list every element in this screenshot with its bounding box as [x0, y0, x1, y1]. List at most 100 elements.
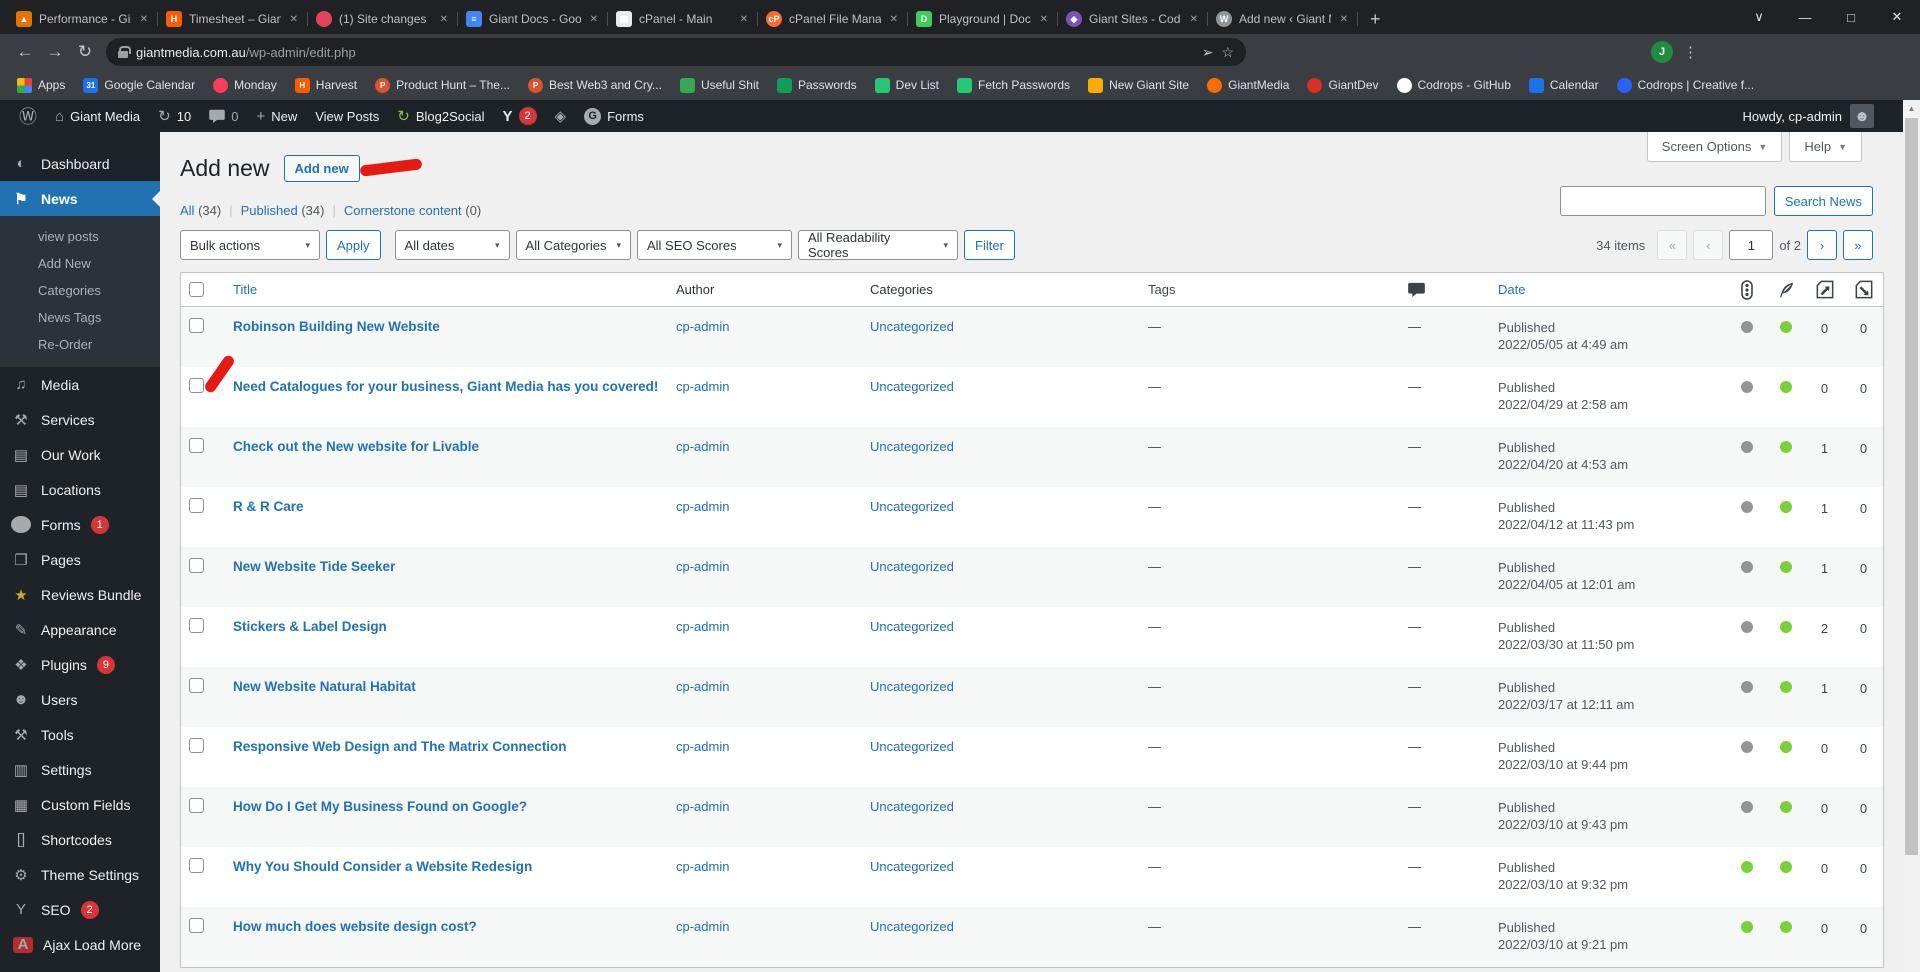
post-title-link[interactable]: How much does website design cost? [233, 919, 477, 934]
author-link[interactable]: cp-admin [676, 379, 729, 394]
row-select-checkbox[interactable] [189, 498, 204, 513]
sidebar-submenu-item[interactable]: view posts [0, 223, 160, 250]
category-link[interactable]: Uncategorized [870, 859, 954, 874]
category-link[interactable]: Uncategorized [870, 499, 954, 514]
sidebar-item[interactable]: ❐ Pages [0, 542, 160, 577]
scrollbar-thumb[interactable] [1905, 118, 1918, 855]
sidebar-item[interactable]: ☻ Users [0, 682, 160, 717]
extension-icon[interactable] [1362, 43, 1381, 62]
extension-icon[interactable] [1440, 43, 1459, 62]
extension-icon[interactable] [1310, 43, 1329, 62]
row-select-checkbox[interactable] [189, 858, 204, 873]
view-filter-link[interactable]: Published (34) [221, 203, 325, 218]
extension-icon[interactable] [1492, 43, 1511, 62]
last-page-button[interactable]: » [1843, 230, 1873, 260]
view-filter-link[interactable]: Cornerstone content (0) [324, 203, 481, 218]
bookmark-item[interactable]: GiantMedia [1200, 75, 1296, 96]
sidebar-item[interactable]: G Forms 1 [0, 507, 160, 542]
apply-button[interactable]: Apply [326, 230, 381, 260]
extension-icon[interactable] [1284, 43, 1303, 62]
row-select-checkbox[interactable] [189, 378, 204, 393]
row-select-checkbox[interactable] [189, 438, 204, 453]
author-link[interactable]: cp-admin [676, 619, 729, 634]
bookmark-item[interactable]: H Harvest [288, 75, 364, 96]
browser-tab[interactable]: ◆ Giant Sites - Codeanyw ✕ [1058, 4, 1208, 34]
category-link[interactable]: Uncategorized [870, 679, 954, 694]
category-link[interactable]: Uncategorized [870, 739, 954, 754]
category-link[interactable]: Uncategorized [870, 919, 954, 934]
category-link[interactable]: Uncategorized [870, 439, 954, 454]
post-title-link[interactable]: R & R Care [233, 499, 304, 514]
author-link[interactable]: cp-admin [676, 559, 729, 574]
category-link[interactable]: Uncategorized [870, 379, 954, 394]
author-link[interactable]: cp-admin [676, 919, 729, 934]
post-title-link[interactable]: Responsive Web Design and The Matrix Con… [233, 739, 567, 754]
post-title-link[interactable]: New Website Tide Seeker [233, 559, 395, 574]
extension-icon[interactable] [1258, 43, 1277, 62]
sidebar-item[interactable]: ▤ Locations [0, 472, 160, 507]
bookmark-item[interactable]: Useful Shit [673, 75, 766, 96]
user-avatar[interactable]: ☻ [1850, 104, 1874, 128]
author-link[interactable]: cp-admin [676, 679, 729, 694]
dates-filter-select[interactable]: All dates ▾ [394, 230, 510, 260]
minimize-button[interactable]: — [1782, 10, 1828, 25]
extension-icon[interactable] [1388, 43, 1407, 62]
sidebar-item[interactable]: ♫ Media [0, 367, 160, 402]
bookmark-item[interactable]: P Product Hunt – The... [368, 75, 517, 96]
browser-tab[interactable]: D Playground | Docusau ✕ [908, 4, 1058, 34]
readability-scores-filter-select[interactable]: All Readability Scores ▾ [798, 230, 958, 260]
post-title-link[interactable]: Stickers & Label Design [233, 619, 387, 634]
categories-filter-select[interactable]: All Categories ▾ [515, 230, 631, 260]
bookmark-item[interactable]: Calendar [1522, 75, 1606, 96]
post-title-link[interactable]: Why You Should Consider a Website Redesi… [233, 859, 532, 874]
sidebar-submenu-item[interactable]: Categories [0, 277, 160, 304]
bookmark-item[interactable]: Codrops | Creative f... [1610, 75, 1762, 96]
next-page-button[interactable]: › [1807, 230, 1837, 260]
row-select-checkbox[interactable] [189, 738, 204, 753]
browser-tab[interactable]: cP cPanel File Manager v ✕ [758, 4, 908, 34]
maximize-button[interactable]: □ [1828, 10, 1874, 25]
bookmark-item[interactable]: Passwords [770, 75, 864, 96]
reload-button[interactable]: ↻ [70, 42, 100, 62]
row-select-checkbox[interactable] [189, 678, 204, 693]
tab-close-icon[interactable]: ✕ [738, 12, 750, 27]
sidebar-item[interactable]: ⚒ Services [0, 402, 160, 437]
comments-menu[interactable]: 0 [200, 100, 247, 132]
extension-icon[interactable] [1336, 43, 1355, 62]
sidebar-item[interactable]: Y SEO 2 [0, 892, 160, 927]
browser-tab[interactable]: (1) Site changes ✕ [308, 4, 458, 34]
browser-menu-icon[interactable]: ⋮ [1683, 43, 1698, 61]
tab-close-icon[interactable]: ✕ [1038, 12, 1050, 27]
tab-close-icon[interactable]: ✕ [1338, 12, 1350, 27]
search-news-button[interactable]: Search News [1773, 186, 1873, 216]
extension-icon[interactable] [1414, 43, 1433, 62]
filter-button[interactable]: Filter [964, 230, 1015, 260]
updates-menu[interactable]: ↻ 10 [149, 100, 200, 132]
diamond-menu[interactable]: ◈ [546, 100, 576, 132]
bookmark-item[interactable]: Dev List [868, 75, 946, 96]
extension-icon[interactable] [1596, 43, 1615, 62]
sidebar-submenu-item[interactable]: Add New [0, 250, 160, 277]
browser-tab[interactable]: ≡ Giant Docs - Google D ✕ [458, 4, 608, 34]
browser-tab[interactable]: ▲ Performance - Giant M ✕ [8, 4, 158, 34]
view-posts-menu[interactable]: View Posts [306, 100, 388, 132]
howdy-account-label[interactable]: Howdy, cp-admin [1743, 109, 1842, 124]
seo-scores-filter-select[interactable]: All SEO Scores ▾ [637, 230, 792, 260]
sidebar-item[interactable]: ▤ Our Work [0, 437, 160, 472]
bookmark-item[interactable]: Codrops - GitHub [1390, 75, 1518, 96]
bookmark-item[interactable]: GiantDev [1300, 75, 1385, 96]
bookmark-item[interactable]: 31 Google Calendar [76, 75, 202, 96]
sidebar-item-news[interactable]: ⚑ News [0, 181, 160, 216]
author-link[interactable]: cp-admin [676, 319, 729, 334]
post-title-link[interactable]: New Website Natural Habitat [233, 679, 416, 694]
post-title-link[interactable]: How Do I Get My Business Found on Google… [233, 799, 527, 814]
row-select-checkbox[interactable] [189, 798, 204, 813]
help-button[interactable]: Help ▼ [1789, 132, 1862, 162]
sidebar-submenu-item[interactable]: Re-Order [0, 331, 160, 358]
site-name-menu[interactable]: ⌂ Giant Media [46, 100, 149, 132]
blog2social-menu[interactable]: ↻ Blog2Social [388, 100, 493, 132]
tab-close-icon[interactable]: ✕ [438, 12, 450, 27]
new-content-menu[interactable]: + New [247, 100, 306, 132]
author-link[interactable]: cp-admin [676, 799, 729, 814]
browser-tab[interactable]: ▤ cPanel - Main ✕ [608, 4, 758, 34]
